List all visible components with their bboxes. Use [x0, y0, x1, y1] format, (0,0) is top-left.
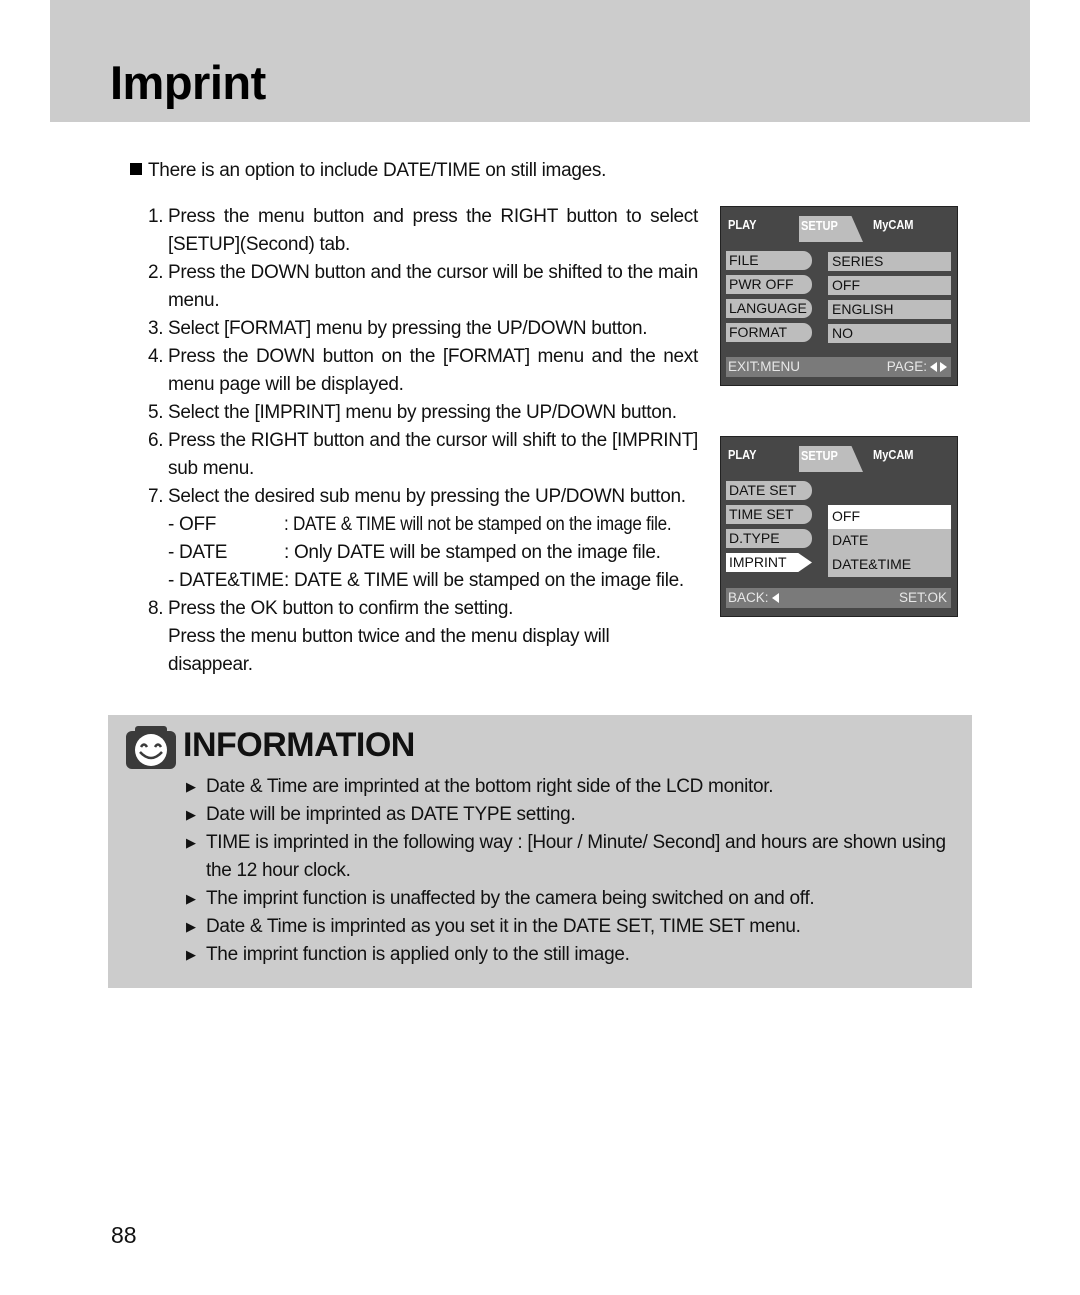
triangle-bullet-icon: ▶ — [186, 807, 196, 822]
lcd-footer: EXIT:MENU PAGE: — [726, 357, 951, 377]
lcd-footer: BACK: SET:OK — [726, 588, 951, 608]
info-item: ▶ The imprint function is unaffected by t… — [186, 885, 956, 913]
submenu-option-date-time: DATE&TIME — [832, 556, 912, 572]
info-item: ▶ Date & Time are imprinted at the bottom… — [186, 773, 956, 801]
triangle-bullet-icon: ▶ — [186, 891, 196, 906]
triangle-bullet-icon: ▶ — [186, 947, 196, 962]
imprint-submenu: OFF DATE DATE&TIME — [828, 505, 951, 577]
step-item: 5. Select the [IMPRINT] menu by pressing … — [148, 402, 677, 423]
lcd-tabs: PLAY SETUP MyCAM — [721, 437, 957, 472]
page-title: Imprint — [110, 56, 266, 109]
lcd-setup-menu-imprint: PLAY SETUP MyCAM DATE SET TIME SET D.TYP… — [720, 436, 958, 617]
intro-text: There is an option to include DATE/TIME … — [130, 157, 606, 185]
lcd-row-date-set: DATE SET — [721, 479, 957, 503]
lcd-row-file: FILE SERIES — [721, 249, 957, 273]
tab-setup: SETUP — [799, 446, 863, 472]
tab-mycam: MyCAM — [873, 447, 914, 462]
arrow-left-icon — [930, 362, 937, 372]
info-item: ▶ Date & Time is imprinted as you set it … — [186, 913, 956, 941]
page-header: Imprint — [50, 0, 1030, 122]
triangle-bullet-icon: ▶ — [186, 835, 196, 850]
step8-note: Press the menu button twice and the menu… — [168, 626, 610, 675]
info-item: ▶ TIME is imprinted in the following way … — [186, 829, 956, 885]
step-item: 6. Press the RIGHT button and the cursor … — [148, 430, 698, 479]
step-item: 2. Press the DOWN button and the cursor w… — [148, 262, 698, 311]
arrow-right-icon — [940, 362, 947, 372]
option-date: - DATE: Only DATE will be stamped on the… — [168, 542, 661, 563]
tab-play: PLAY — [728, 447, 757, 462]
information-box: INFORMATION ▶ Date & Time are imprinted a… — [108, 715, 972, 988]
step-item: 4. Press the DOWN button on the [FORMAT] … — [148, 346, 698, 395]
smiling-camera-icon — [126, 726, 176, 769]
option-date-time: - DATE&TIME: DATE & TIME will be stamped… — [168, 570, 684, 591]
lcd-row-format: FORMAT NO — [721, 321, 957, 345]
tab-play: PLAY — [728, 217, 757, 232]
information-list: ▶ Date & Time are imprinted at the bottom… — [186, 773, 956, 969]
option-off: - OFF: DATE & TIME will not be stamped o… — [168, 514, 672, 535]
submenu-option-date: DATE — [832, 532, 869, 548]
lcd-row-pwr-off: PWR OFF OFF — [721, 273, 957, 297]
square-bullet-icon — [130, 163, 142, 175]
lcd-setup-menu-page1: PLAY SETUP MyCAM FILE SERIES PWR OFF OFF L… — [720, 206, 958, 386]
tab-mycam: MyCAM — [873, 217, 914, 232]
submenu-option-off: OFF — [828, 505, 951, 529]
step-item: 3. Select [FORMAT] menu by pressing the U… — [148, 318, 648, 339]
info-item: ▶ Date will be imprinted as DATE TYPE set… — [186, 801, 956, 829]
lcd-tabs: PLAY SETUP MyCAM — [721, 207, 957, 242]
page-number: 88 — [111, 1222, 137, 1248]
info-item: ▶ The imprint function is applied only to… — [186, 941, 956, 969]
arrow-left-icon — [771, 593, 779, 603]
steps-list: 1. Press the menu button and press the RI… — [148, 203, 698, 679]
step-item: 7. Select the desired sub menu by pressin… — [148, 486, 686, 507]
lcd-row-language: LANGUAGE ENGLISH — [721, 297, 957, 321]
triangle-bullet-icon: ▶ — [186, 919, 196, 934]
step-item: 8. Press the OK button to confirm the set… — [148, 598, 514, 619]
triangle-bullet-icon: ▶ — [186, 779, 196, 794]
information-title: INFORMATION — [183, 726, 415, 764]
step-item: 1. Press the menu button and press the RI… — [148, 206, 698, 255]
tab-setup: SETUP — [799, 216, 863, 242]
